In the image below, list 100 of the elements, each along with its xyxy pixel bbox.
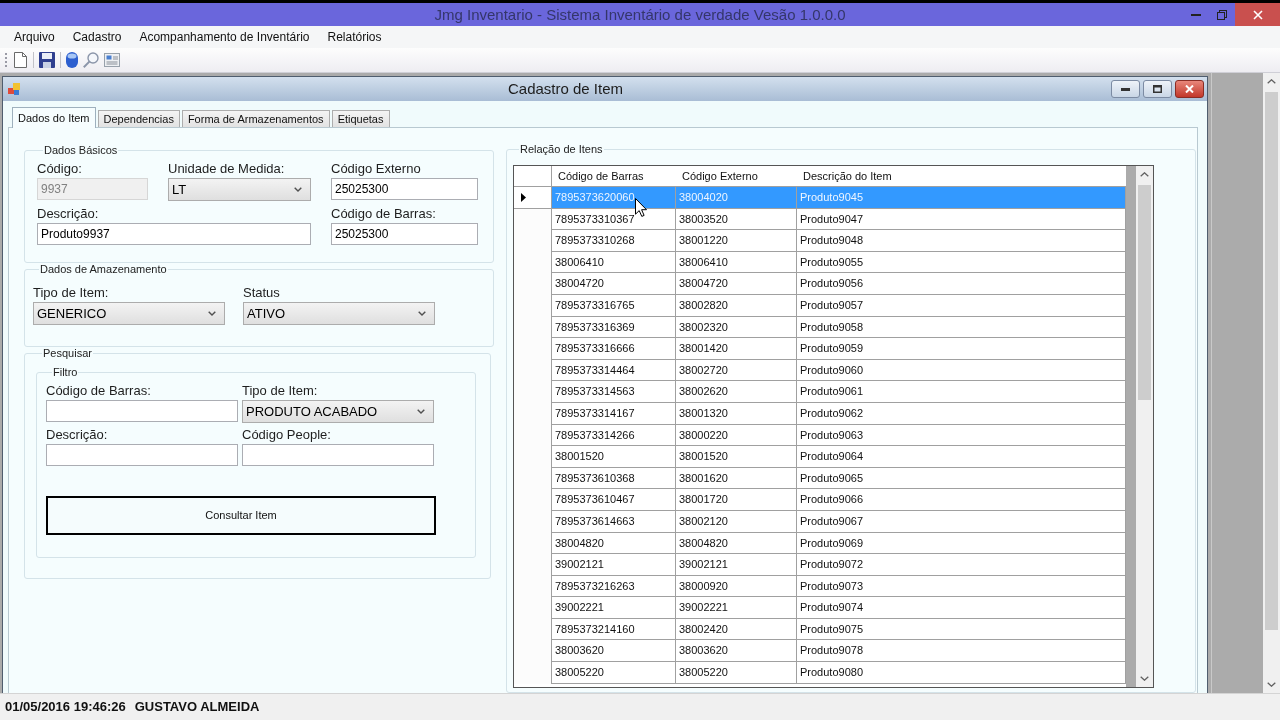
table-cell: 7895373614663 bbox=[552, 510, 676, 533]
date-time-text: 01/05/2016 19:46:26 bbox=[5, 698, 126, 717]
field-label: Código People: bbox=[242, 427, 331, 442]
search-icon[interactable] bbox=[83, 52, 99, 68]
window-icon bbox=[8, 83, 20, 95]
window-title: Jmg Inventario - Sistema Inventário de verdade Vesão 1.0.0.0 bbox=[434, 5, 846, 25]
mouse-pointer-icon bbox=[635, 198, 647, 217]
minimize-icon bbox=[1191, 13, 1201, 16]
column-header[interactable]: Código Externo bbox=[676, 166, 797, 186]
column-header[interactable]: Código de Barras bbox=[552, 166, 676, 186]
table-cell: 38001520 bbox=[676, 446, 797, 468]
table-cell: 7895373314167 bbox=[552, 402, 676, 425]
table-cell: 7895373310268 bbox=[552, 230, 676, 252]
table-cell: 38001720 bbox=[676, 489, 797, 511]
field-label: Código Externo bbox=[331, 161, 421, 176]
new-document-icon[interactable] bbox=[12, 52, 28, 68]
minimize-button[interactable] bbox=[1111, 80, 1140, 98]
dropdown[interactable]: LT bbox=[168, 178, 311, 201]
table-cell: 7895373314563 bbox=[552, 381, 676, 403]
triangle-right-icon bbox=[521, 192, 526, 202]
query-button[interactable]: Consultar Item bbox=[46, 496, 436, 535]
field-label: Tipo de Item: bbox=[242, 383, 318, 398]
maximize-button[interactable] bbox=[1143, 80, 1172, 98]
close-button[interactable] bbox=[1175, 80, 1204, 98]
field-label: Código: bbox=[37, 161, 82, 176]
table-cell: 38002120 bbox=[676, 510, 797, 533]
table-cell: Produto9062 bbox=[797, 402, 1126, 425]
table-cell: Produto9056 bbox=[797, 273, 1126, 295]
user-name-text: GUSTAVO ALMEIDA bbox=[134, 698, 260, 717]
menu-item[interactable]: Cadastro bbox=[63, 27, 131, 47]
close-icon bbox=[1252, 9, 1263, 20]
table-cell: 38004720 bbox=[676, 273, 797, 295]
table-cell: 38001320 bbox=[676, 402, 797, 425]
group-title: Dados de Amazenamento bbox=[39, 263, 168, 276]
text-field[interactable] bbox=[46, 400, 238, 422]
group-title: Dados Básicos bbox=[43, 144, 119, 157]
document-icon[interactable] bbox=[104, 52, 120, 68]
field-label: Código de Barras: bbox=[331, 206, 436, 221]
field-label: Status bbox=[243, 285, 280, 300]
menu-item[interactable]: Relatórios bbox=[318, 27, 391, 47]
maximize-icon bbox=[1153, 85, 1162, 93]
table-cell: Produto9061 bbox=[797, 381, 1126, 403]
table-cell: Produto9066 bbox=[797, 489, 1126, 511]
text-field[interactable]: Produto9937 bbox=[37, 223, 311, 245]
chevron-down-icon bbox=[208, 311, 216, 316]
scrollbar-thumb[interactable] bbox=[1265, 92, 1278, 630]
field-label: Código de Barras: bbox=[46, 383, 151, 398]
table-cell: 7895373316765 bbox=[552, 294, 676, 317]
scrollbar[interactable] bbox=[1136, 166, 1153, 687]
table-cell: Produto9064 bbox=[797, 446, 1126, 468]
dropdown[interactable]: ATIVO bbox=[243, 302, 435, 325]
table-cell: 38005220 bbox=[552, 662, 676, 684]
group-title: Relação de Itens bbox=[519, 143, 604, 156]
column-header[interactable]: Descrição do Item bbox=[797, 166, 1126, 186]
field-label: Tipo de Item: bbox=[33, 285, 109, 300]
tab[interactable]: Etiquetas bbox=[331, 110, 390, 127]
cylinder-icon[interactable] bbox=[66, 52, 78, 68]
chevron-up-icon[interactable] bbox=[1140, 172, 1149, 177]
text-field[interactable]: 25025300 bbox=[331, 223, 478, 245]
table-cell: Produto9067 bbox=[797, 510, 1126, 533]
table-cell: Produto9045 bbox=[797, 187, 1126, 209]
table-cell: 38005220 bbox=[676, 662, 797, 684]
save-icon[interactable] bbox=[39, 52, 55, 68]
menu-item[interactable]: Arquivo bbox=[5, 27, 64, 47]
table-cell: 38001420 bbox=[676, 338, 797, 360]
scrollbar-thumb[interactable] bbox=[1138, 185, 1151, 400]
minimize-icon bbox=[1121, 87, 1130, 91]
table-cell: Produto9072 bbox=[797, 554, 1126, 576]
close-icon bbox=[1185, 85, 1194, 93]
text-field[interactable]: 25025300 bbox=[331, 178, 478, 200]
menu-item[interactable]: Acompanhamento de Inventário bbox=[130, 27, 319, 47]
table-cell: Produto9059 bbox=[797, 338, 1126, 360]
table-cell: 39002121 bbox=[676, 554, 797, 576]
tab[interactable]: Forma de Armazenamentos bbox=[181, 110, 330, 127]
chevron-down-icon bbox=[418, 311, 426, 316]
chevron-down-icon bbox=[417, 409, 425, 414]
table-cell: 38004020 bbox=[676, 187, 797, 209]
group-title: Pesquisar bbox=[42, 347, 93, 360]
table-cell: 38002820 bbox=[676, 294, 797, 317]
dropdown[interactable]: GENERICO bbox=[33, 302, 225, 325]
table-cell: Produto9074 bbox=[797, 597, 1126, 619]
table-cell: 38002620 bbox=[676, 381, 797, 403]
table-cell: 7895373316666 bbox=[552, 338, 676, 360]
scrollbar[interactable] bbox=[1263, 73, 1280, 693]
field-label: Unidade de Medida: bbox=[168, 161, 285, 176]
tab[interactable]: Dependencias bbox=[97, 110, 180, 127]
dropdown[interactable]: PRODUTO ACABADO bbox=[242, 400, 434, 423]
chevron-down-icon[interactable] bbox=[1267, 682, 1276, 687]
grip-icon bbox=[4, 53, 7, 67]
text-field[interactable] bbox=[46, 444, 238, 466]
table-cell: Produto9080 bbox=[797, 662, 1126, 684]
table-cell: 7895373610467 bbox=[552, 489, 676, 511]
table-cell: 38004720 bbox=[552, 273, 676, 295]
field-label: Descrição: bbox=[46, 427, 108, 442]
window-title: Cadastro de Item bbox=[506, 78, 625, 99]
text-field[interactable] bbox=[242, 444, 434, 466]
tab[interactable]: Dados do Item bbox=[12, 107, 96, 128]
chevron-down-icon[interactable] bbox=[1140, 676, 1149, 681]
table-cell: Produto9057 bbox=[797, 294, 1126, 317]
chevron-up-icon[interactable] bbox=[1267, 79, 1276, 84]
